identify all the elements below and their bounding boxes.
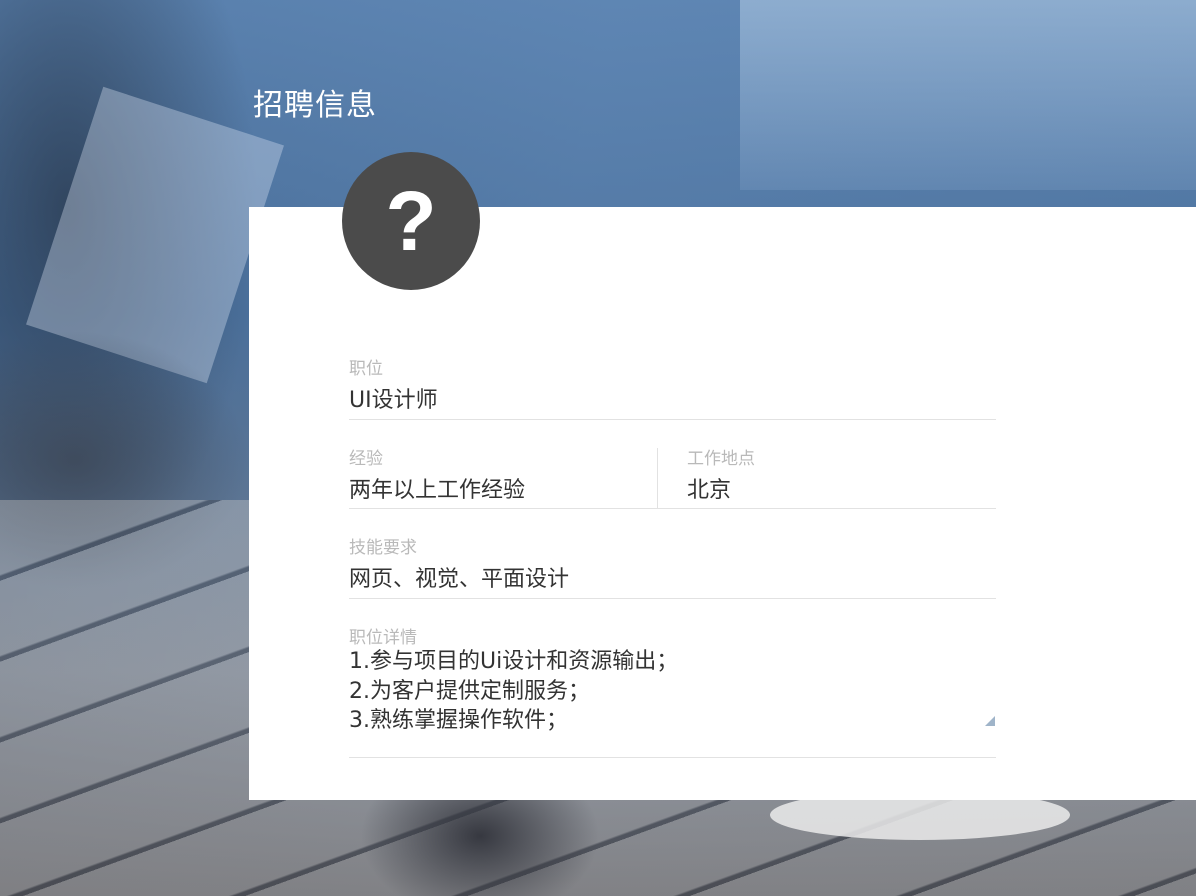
experience-value[interactable]: 两年以上工作经验: [349, 472, 525, 504]
skills-label: 技能要求: [349, 538, 417, 558]
details-label: 职位详情: [349, 628, 417, 648]
location-label: 工作地点: [687, 449, 755, 469]
experience-label: 经验: [349, 449, 383, 469]
details-textarea[interactable]: 1.参与项目的Ui设计和资源输出； 2.为客户提供定制服务； 3.熟练掌握操作软…: [349, 647, 678, 736]
location-value[interactable]: 北京: [687, 472, 731, 504]
position-value[interactable]: UI设计师: [349, 382, 438, 414]
position-field[interactable]: 职位 UI设计师: [349, 354, 996, 420]
avatar[interactable]: ?: [342, 152, 480, 290]
resize-handle-icon[interactable]: [985, 716, 995, 726]
skills-value[interactable]: 网页、视觉、平面设计: [349, 561, 569, 593]
details-field[interactable]: 职位详情 1.参与项目的Ui设计和资源输出； 2.为客户提供定制服务； 3.熟练…: [349, 623, 996, 758]
experience-field[interactable]: 经验 两年以上工作经验: [349, 444, 657, 509]
page-title: 招聘信息: [253, 88, 377, 123]
position-label: 职位: [349, 359, 383, 379]
question-mark-icon: ?: [385, 174, 437, 268]
skills-field[interactable]: 技能要求 网页、视觉、平面设计: [349, 533, 996, 599]
location-field[interactable]: 工作地点 北京: [657, 444, 996, 509]
